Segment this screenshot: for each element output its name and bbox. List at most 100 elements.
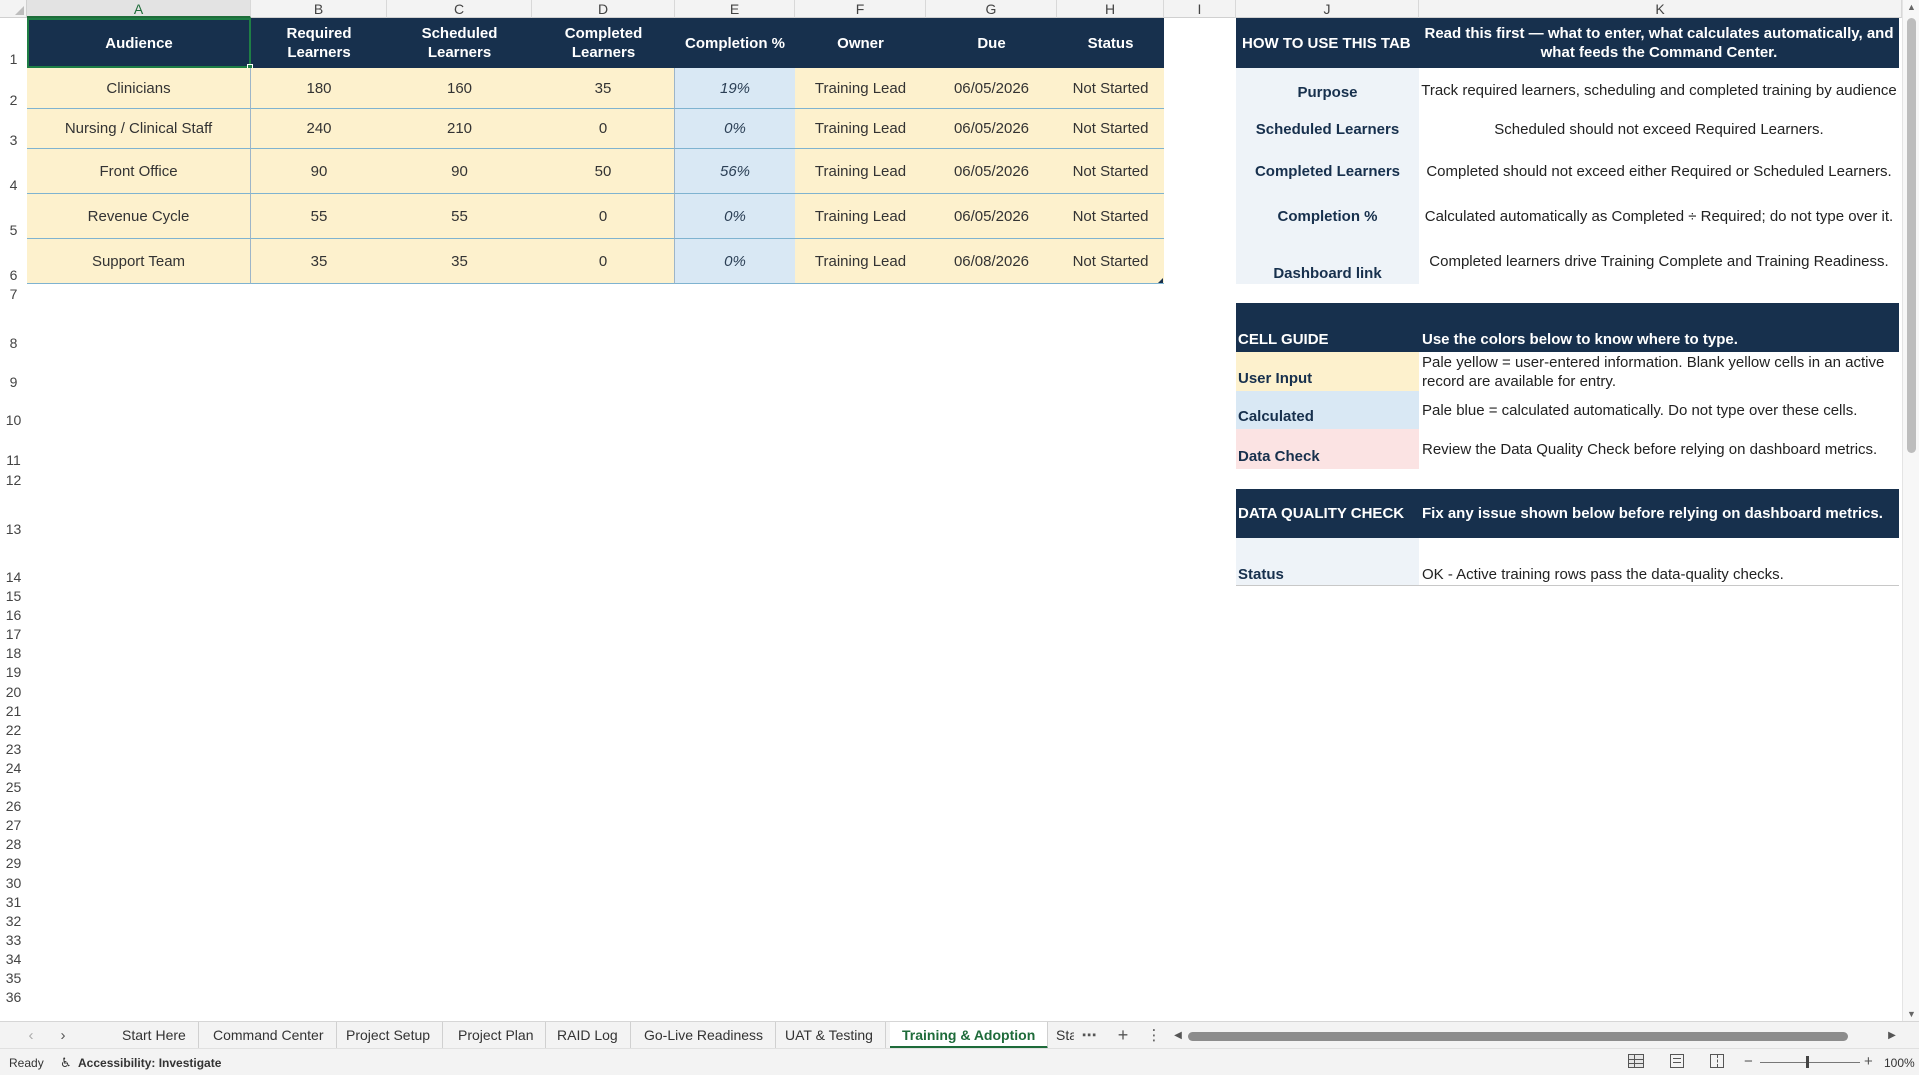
table-cell[interactable]: 0% [675, 194, 795, 239]
column-header-j[interactable]: J [1236, 0, 1419, 18]
add-sheet-icon[interactable]: + [1110, 1022, 1136, 1049]
row-header[interactable]: 14 [0, 538, 27, 586]
column-header-f[interactable]: F [795, 0, 926, 18]
row-header[interactable]: 29 [0, 853, 27, 873]
sheet-tab-project-setup[interactable]: Project Setup [334, 1022, 444, 1049]
row-header[interactable]: 30 [0, 872, 27, 892]
table-cell[interactable]: Not Started [1057, 109, 1164, 149]
table-cell[interactable]: Not Started [1057, 68, 1164, 109]
table-cell[interactable]: Not Started [1057, 239, 1164, 284]
column-header-b[interactable]: B [251, 0, 387, 18]
row-header[interactable]: 28 [0, 834, 27, 854]
table-cell[interactable]: Training Lead [795, 194, 926, 239]
table-cell[interactable]: 06/05/2026 [926, 68, 1057, 109]
table-cell[interactable]: 0% [675, 109, 795, 149]
zoom-in-icon[interactable]: + [1864, 1053, 1873, 1070]
zoom-slider-thumb[interactable] [1806, 1056, 1809, 1068]
row-header[interactable]: 13 [0, 489, 27, 538]
row-header[interactable]: 15 [0, 586, 27, 606]
table-cell[interactable]: 0 [532, 239, 675, 284]
table-cell[interactable]: 90 [251, 149, 387, 194]
vertical-scroll-thumb[interactable] [1907, 18, 1916, 453]
column-header-a[interactable]: A [27, 0, 251, 18]
table-cell[interactable]: Not Started [1057, 149, 1164, 194]
sheet-tab-training-adoption[interactable]: Training & Adoption [890, 1022, 1049, 1049]
more-sheets-icon[interactable]: ⋯ [1078, 1022, 1100, 1049]
column-header-h[interactable]: H [1057, 0, 1164, 18]
table-cell[interactable]: Support Team [27, 239, 251, 284]
zoom-level[interactable]: 100% [1884, 1056, 1915, 1070]
table-cell[interactable]: 180 [251, 68, 387, 109]
scroll-left-icon[interactable]: ◀ [1170, 1022, 1186, 1049]
row-header[interactable]: 1 [0, 18, 27, 68]
column-header-d[interactable]: D [532, 0, 675, 18]
row-header[interactable]: 16 [0, 605, 27, 625]
prev-sheet-icon[interactable]: ‹ [20, 1022, 42, 1049]
sheet-options-icon[interactable]: ⋮ [1144, 1022, 1164, 1049]
table-cell[interactable]: 06/05/2026 [926, 109, 1057, 149]
table-cell[interactable]: 35 [251, 239, 387, 284]
row-header[interactable]: 9 [0, 352, 27, 391]
horizontal-scroll-thumb[interactable] [1188, 1032, 1848, 1041]
row-header[interactable]: 25 [0, 777, 27, 797]
table-cell[interactable]: Clinicians [27, 68, 251, 109]
table-cell[interactable]: 56% [675, 149, 795, 194]
row-header[interactable]: 21 [0, 700, 27, 720]
table-cell[interactable]: 55 [251, 194, 387, 239]
row-header[interactable]: 12 [0, 469, 27, 489]
accessibility-status[interactable]: Accessibility: Investigate [78, 1056, 221, 1070]
column-header-i[interactable]: I [1164, 0, 1236, 18]
table-cell[interactable]: 35 [387, 239, 532, 284]
column-header-e[interactable]: E [675, 0, 795, 18]
row-header[interactable]: 33 [0, 929, 27, 949]
table-cell[interactable]: Training Lead [795, 109, 926, 149]
table-cell[interactable]: 50 [532, 149, 675, 194]
scroll-down-icon[interactable]: ▼ [1907, 1009, 1916, 1019]
table-cell[interactable]: 0% [675, 239, 795, 284]
row-header[interactable]: 31 [0, 891, 27, 911]
row-header[interactable]: 20 [0, 681, 27, 701]
row-header[interactable]: 4 [0, 149, 27, 194]
table-cell[interactable]: 55 [387, 194, 532, 239]
table-cell[interactable]: 06/05/2026 [926, 149, 1057, 194]
table-cell[interactable]: 0 [532, 109, 675, 149]
table-cell[interactable]: Training Lead [795, 149, 926, 194]
next-sheet-icon[interactable]: › [52, 1022, 74, 1049]
table-cell[interactable]: Not Started [1057, 194, 1164, 239]
row-header[interactable]: 18 [0, 643, 27, 663]
table-resize-handle[interactable] [1158, 278, 1163, 283]
zoom-slider[interactable] [1760, 1062, 1860, 1063]
table-cell[interactable]: Nursing / Clinical Staff [27, 109, 251, 149]
row-header[interactable]: 19 [0, 662, 27, 682]
sheet-tab-raid-log[interactable]: RAID Log [545, 1022, 631, 1049]
row-header[interactable]: 26 [0, 796, 27, 816]
table-cell[interactable]: 90 [387, 149, 532, 194]
normal-view-icon[interactable] [1628, 1054, 1644, 1068]
table-cell[interactable]: 160 [387, 68, 532, 109]
row-header[interactable]: 8 [0, 303, 27, 352]
row-header[interactable]: 10 [0, 391, 27, 429]
row-header[interactable]: 36 [0, 987, 27, 1007]
table-cell[interactable]: 35 [532, 68, 675, 109]
sheet-tab-command-center[interactable]: Command Center [201, 1022, 337, 1049]
table-cell[interactable]: 0 [532, 194, 675, 239]
row-header[interactable]: 2 [0, 68, 27, 109]
vertical-scrollbar[interactable]: ▲ ▼ [1902, 0, 1919, 1021]
column-header-c[interactable]: C [387, 0, 532, 18]
spreadsheet-grid[interactable]: ABCDEFGHIJK 1 2 3 4 5 6 7 8 9 10 11 12 13 14 15 16 17 18 1… [0, 0, 1919, 1021]
row-header[interactable]: 17 [0, 624, 27, 644]
row-header[interactable]: 24 [0, 757, 27, 777]
table-cell[interactable]: 240 [251, 109, 387, 149]
sheet-tab-uat-testing[interactable]: UAT & Testing [773, 1022, 886, 1049]
table-cell[interactable]: 19% [675, 68, 795, 109]
row-header[interactable]: 35 [0, 968, 27, 988]
table-header-audience[interactable]: Audience [27, 18, 251, 68]
row-header[interactable]: 32 [0, 910, 27, 930]
table-cell[interactable]: 06/05/2026 [926, 194, 1057, 239]
scroll-up-icon[interactable]: ▲ [1907, 2, 1916, 12]
zoom-out-icon[interactable]: − [1744, 1053, 1753, 1070]
row-header[interactable]: 3 [0, 109, 27, 149]
table-cell[interactable]: Front Office [27, 149, 251, 194]
column-header-g[interactable]: G [926, 0, 1057, 18]
row-header[interactable]: 11 [0, 429, 27, 469]
